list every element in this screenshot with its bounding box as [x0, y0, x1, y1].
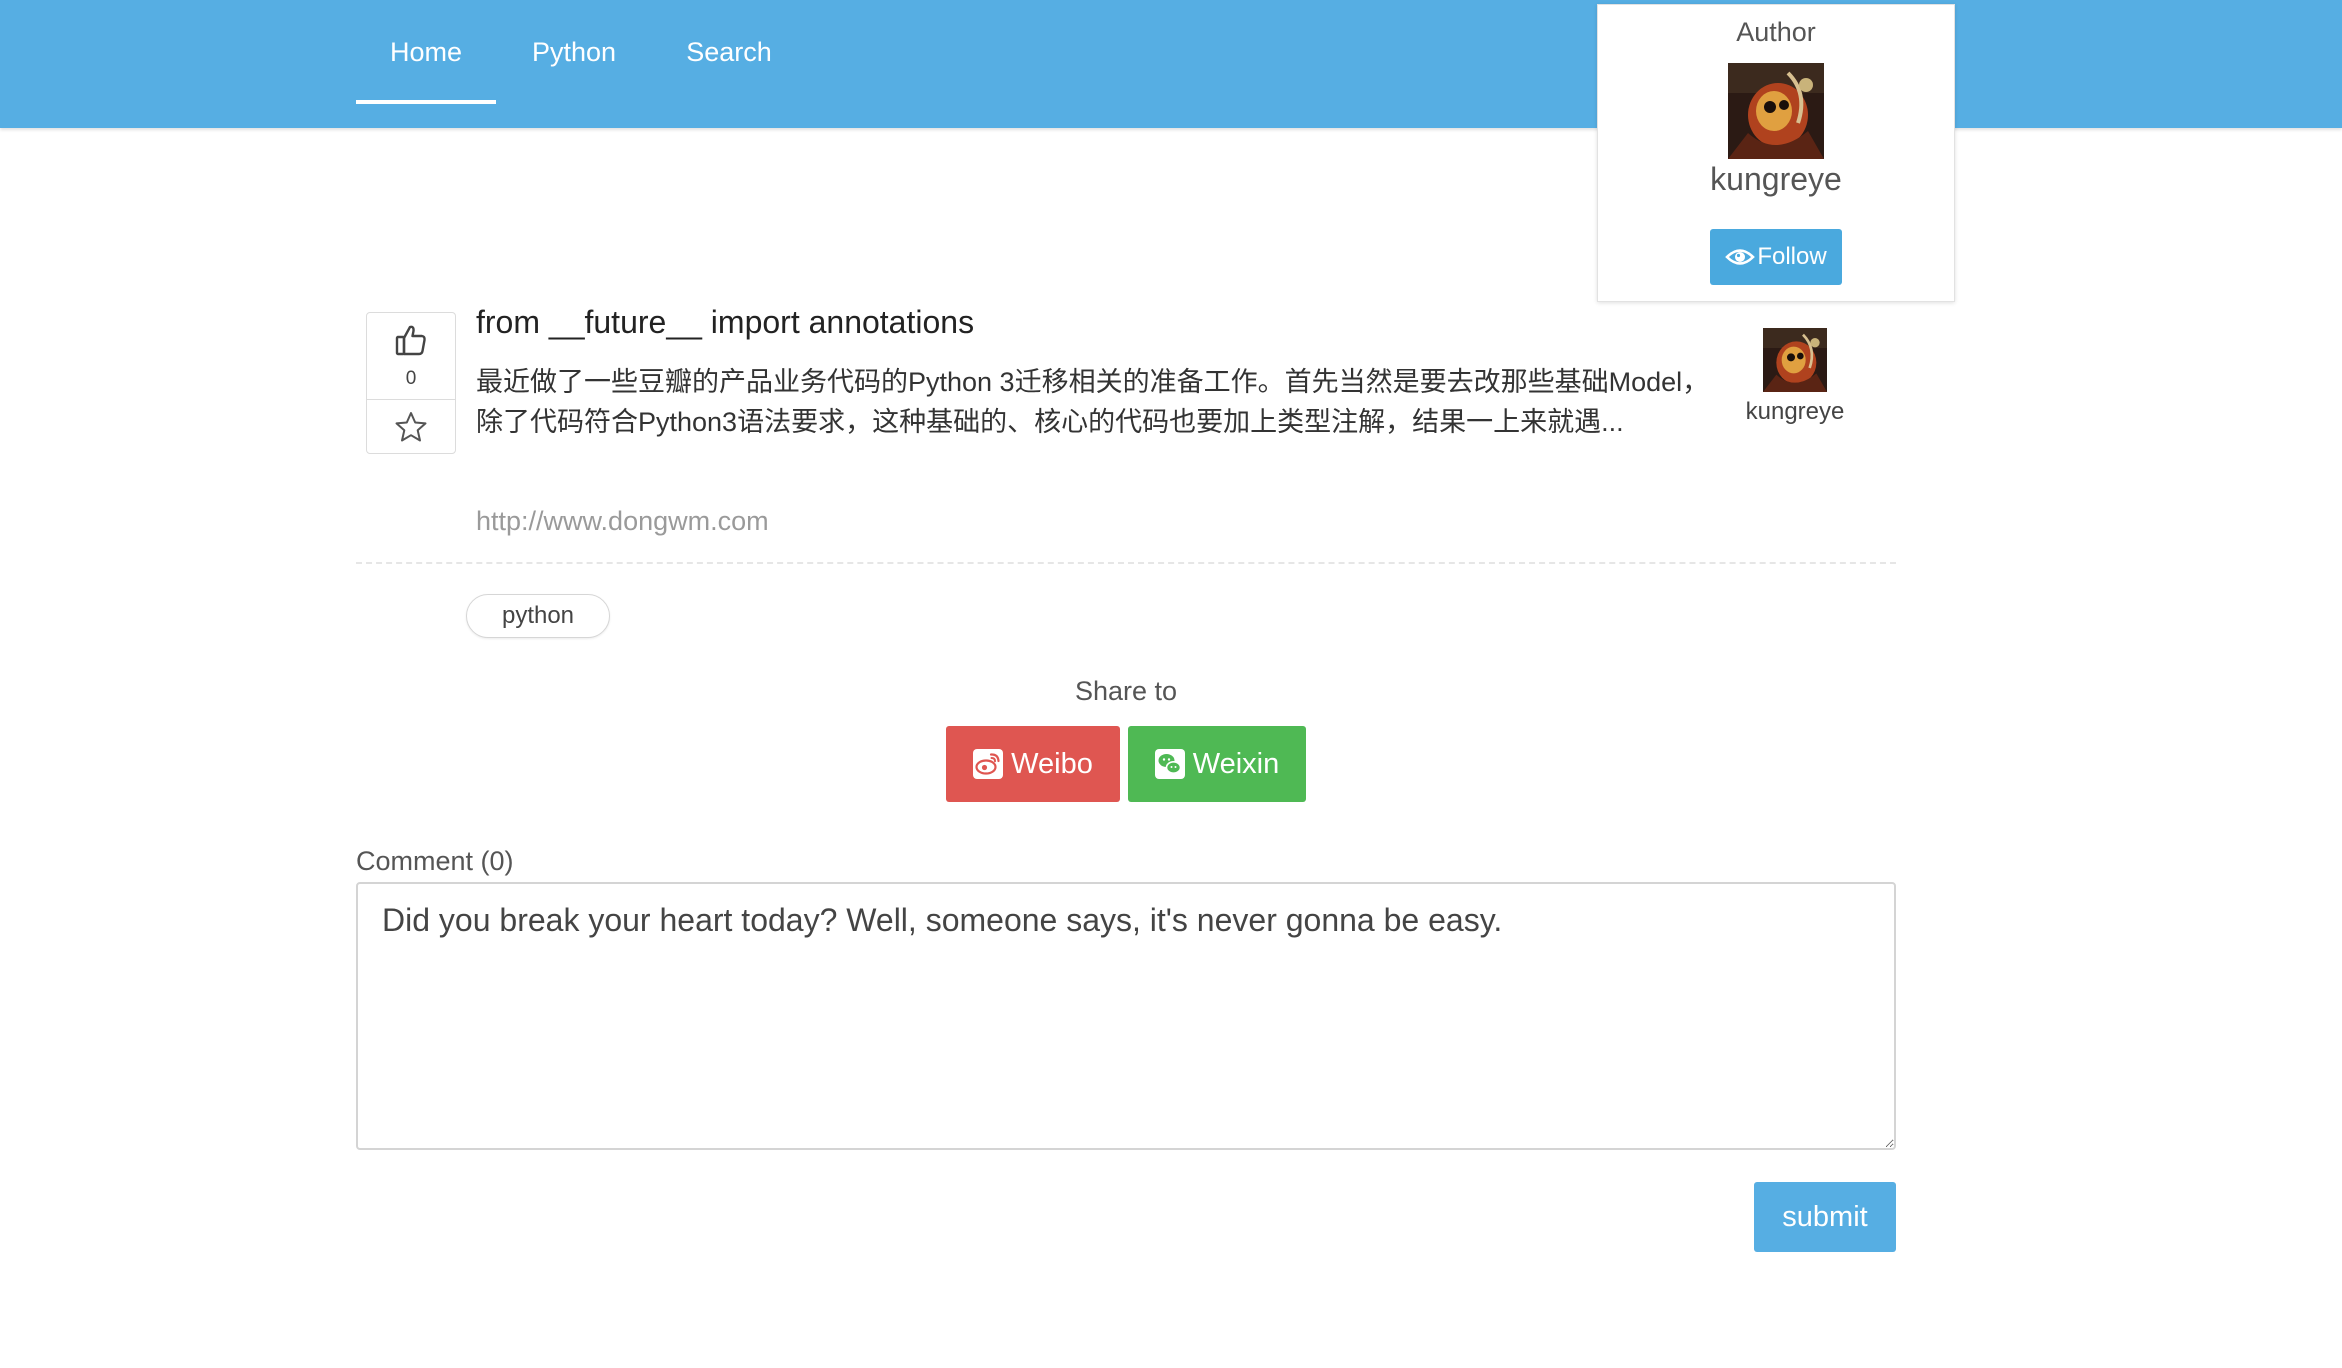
share-weixin-label: Weixin — [1192, 747, 1280, 780]
nav-item-label: Python — [531, 36, 617, 67]
author-avatar[interactable] — [1728, 63, 1824, 159]
share-title: Share to — [1074, 676, 1178, 706]
nav-item-search[interactable]: Search — [664, 0, 794, 104]
nav-item-label: Search — [686, 36, 772, 67]
favorite-button[interactable] — [367, 400, 455, 453]
top-navbar: Home Python Search — [0, 0, 2342, 128]
post-author-avatar[interactable] — [1763, 328, 1827, 392]
article-title[interactable]: from __future__ import annotations — [476, 304, 974, 341]
source-link[interactable]: http://www.dongwm.com — [476, 506, 769, 537]
nav-item-label: Home — [389, 36, 463, 67]
nav-item-home[interactable]: Home — [356, 0, 496, 104]
vote-box: 0 — [366, 312, 456, 454]
submit-button-label: submit — [1782, 1200, 1868, 1233]
comment-label: Comment (0) — [356, 846, 514, 876]
divider — [356, 562, 1896, 564]
like-count: 0 — [405, 368, 417, 389]
comment-textarea[interactable]: Did you break your heart today? Well, so… — [356, 882, 1896, 1150]
star-icon — [395, 411, 427, 441]
wechat-icon — [1154, 749, 1185, 779]
share-weixin-button[interactable]: Weixin — [1128, 726, 1306, 802]
tag-python[interactable]: python — [466, 594, 610, 638]
submit-button[interactable]: submit — [1754, 1182, 1896, 1252]
post-author-name[interactable]: kungreye — [1730, 398, 1860, 426]
share-weibo-label: Weibo — [1011, 747, 1093, 780]
article-excerpt: 最近做了一些豆瓣的产品业务代码的Python 3迁移相关的准备工作。首先当然是要… — [476, 367, 1710, 437]
weibo-icon — [973, 749, 1004, 779]
follow-button[interactable]: Follow — [1710, 229, 1842, 285]
share-weibo-button[interactable]: Weibo — [946, 726, 1120, 802]
author-card-title: Author — [1736, 17, 1816, 47]
thumbs-up-icon — [395, 325, 426, 356]
follow-button-label: Follow — [1757, 243, 1827, 270]
tag-label: python — [501, 602, 575, 629]
nav-item-python[interactable]: Python — [510, 0, 638, 104]
author-card: Author kungreye Follow — [1597, 4, 1955, 302]
eye-icon — [1725, 249, 1756, 265]
like-button[interactable]: 0 — [367, 313, 455, 400]
author-card-name[interactable]: kungreye — [1598, 161, 1954, 198]
